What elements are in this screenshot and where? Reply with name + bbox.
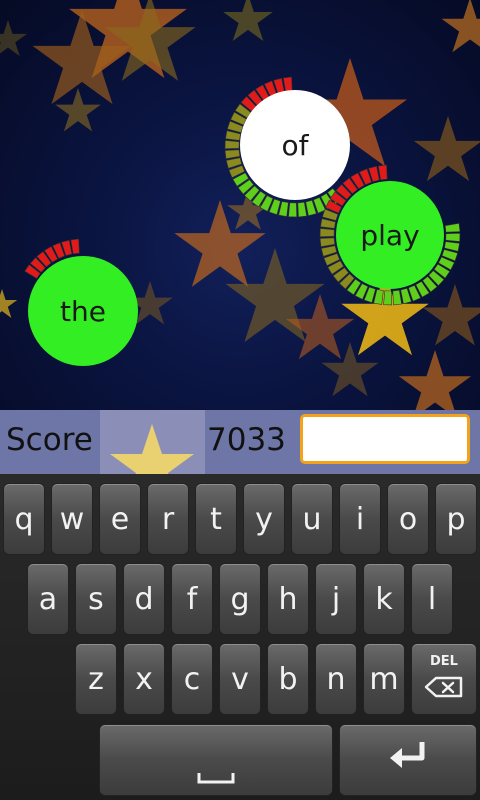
score-value: 7033 <box>207 422 286 458</box>
timer-segment <box>392 289 402 306</box>
key-label: s <box>88 581 104 617</box>
key-e[interactable]: e <box>99 483 141 555</box>
key-label: y <box>255 501 273 537</box>
key-label: q <box>14 501 34 537</box>
word-bubble: the <box>10 230 160 380</box>
key-label: o <box>398 501 418 537</box>
key-label: g <box>230 581 250 617</box>
key-l[interactable]: l <box>411 563 453 635</box>
key-label: v <box>231 661 249 697</box>
key-z[interactable]: z <box>75 643 117 715</box>
key-label: i <box>355 501 365 537</box>
key-label: j <box>331 581 341 617</box>
score-label: Score <box>6 422 93 458</box>
key-label: b <box>278 661 298 697</box>
word-disc: play <box>336 181 444 289</box>
key-q[interactable]: q <box>3 483 45 555</box>
key-k[interactable]: k <box>363 563 405 635</box>
key-p[interactable]: p <box>435 483 477 555</box>
timer-segment <box>288 202 298 218</box>
key-label: e <box>110 501 130 537</box>
key-label: r <box>161 501 175 537</box>
key-label: h <box>278 581 298 617</box>
backspace-icon <box>424 671 464 706</box>
key-j[interactable]: j <box>315 563 357 635</box>
delete-key[interactable]: DEL <box>411 643 477 715</box>
key-label: u <box>302 501 322 537</box>
key-label: k <box>375 581 393 617</box>
key-label: t <box>210 501 222 537</box>
key-b[interactable]: b <box>267 643 309 715</box>
key-g[interactable]: g <box>219 563 261 635</box>
key-m[interactable]: m <box>363 643 405 715</box>
key-n[interactable]: n <box>315 643 357 715</box>
key-label: x <box>135 661 153 697</box>
star-icon <box>100 410 205 474</box>
key-v[interactable]: v <box>219 643 261 715</box>
answer-input[interactable] <box>300 414 470 464</box>
key-label: l <box>427 581 437 617</box>
timer-segment <box>378 164 388 181</box>
word-label: of <box>281 128 309 162</box>
timer-segment <box>444 223 461 233</box>
word-bubble: play <box>315 160 465 310</box>
word-disc: the <box>28 256 138 366</box>
key-a[interactable]: a <box>27 563 69 635</box>
timer-segment <box>319 237 336 247</box>
timer-segment <box>383 290 393 306</box>
timer-segment <box>224 140 240 150</box>
key-label: c <box>183 661 201 697</box>
key-label: f <box>186 581 198 617</box>
key-i[interactable]: i <box>339 483 381 555</box>
key-label: a <box>38 581 58 617</box>
key-label: z <box>88 661 104 697</box>
key-t[interactable]: t <box>195 483 237 555</box>
key-d[interactable]: d <box>123 563 165 635</box>
timer-segment <box>70 238 80 255</box>
key-label: m <box>369 661 399 697</box>
delete-key-label: DEL <box>430 653 458 669</box>
timer-segment <box>445 232 461 242</box>
key-y[interactable]: y <box>243 483 285 555</box>
key-r[interactable]: r <box>147 483 189 555</box>
game-area: of play the <box>0 0 480 410</box>
key-label: n <box>326 661 346 697</box>
key-c[interactable]: c <box>171 643 213 715</box>
enter-icon <box>388 739 428 781</box>
key-x[interactable]: x <box>123 643 165 715</box>
key-label: p <box>446 501 466 537</box>
key-w[interactable]: w <box>51 483 93 555</box>
key-label: d <box>134 581 154 617</box>
enter-key[interactable] <box>339 724 477 796</box>
timer-segment <box>319 228 335 238</box>
timer-segment <box>224 149 241 159</box>
key-o[interactable]: o <box>387 483 429 555</box>
word-label: play <box>360 218 420 252</box>
key-s[interactable]: s <box>75 563 117 635</box>
timer-segment <box>297 201 307 218</box>
word-label: the <box>60 294 106 328</box>
key-label: w <box>59 501 85 537</box>
soft-keyboard: q w e r t y u i o p a s d f g h j k l z … <box>0 474 480 800</box>
space-icon <box>196 758 236 793</box>
key-f[interactable]: f <box>171 563 213 635</box>
key-h[interactable]: h <box>267 563 309 635</box>
key-u[interactable]: u <box>291 483 333 555</box>
space-key[interactable] <box>99 724 333 796</box>
